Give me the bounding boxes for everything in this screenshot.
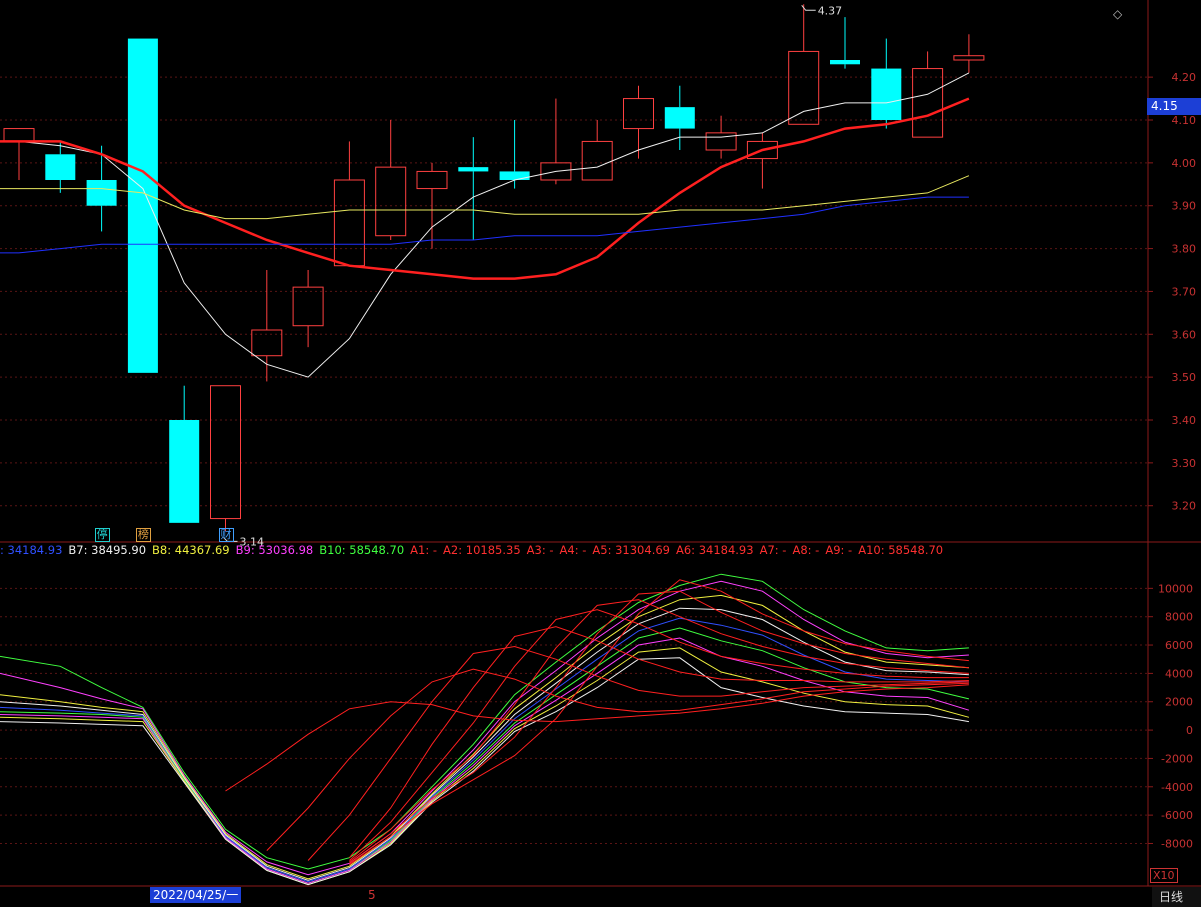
legend-entry: A2: 10185.35 xyxy=(443,543,521,557)
chart-canvas: 4.20 4.10 4.00 3.90 3.80 3.70 3.60 3.50 3.40 3.30… xyxy=(0,0,1201,907)
price-tick-label: 3.20 xyxy=(1172,500,1197,513)
legend-entry: : 34184.93 xyxy=(0,543,63,557)
diamond-icon[interactable]: ◇ xyxy=(1113,7,1122,21)
high-price-label: 4.37 xyxy=(818,4,843,17)
legend-entry: A6: 34184.93 xyxy=(675,543,754,557)
legend-entry: A9: - xyxy=(825,543,853,557)
candle-body-down xyxy=(169,420,200,523)
candle-body-down xyxy=(127,38,158,373)
indicator-tick-label: -2000 xyxy=(1161,752,1193,765)
indicator-tick-label: 8000 xyxy=(1165,611,1193,624)
price-tick-label: 3.50 xyxy=(1172,371,1197,384)
legend-entry: B10: 58548.70 xyxy=(319,543,405,557)
event-badge[interactable]: 停 xyxy=(94,528,110,542)
legend-entry: A4: - xyxy=(559,543,587,557)
price-tick-label: 3.30 xyxy=(1172,457,1197,470)
month-marker: 5 xyxy=(368,888,376,902)
indicator-tick-label: 0 xyxy=(1186,724,1193,737)
legend-entry: A3: - xyxy=(526,543,554,557)
price-tick-label: 3.70 xyxy=(1172,285,1197,298)
candle-body-down xyxy=(458,167,489,172)
candle-body-down xyxy=(664,107,695,129)
period-selector[interactable]: 日线 xyxy=(1152,887,1201,907)
candle-body-down xyxy=(830,60,860,65)
indicator-tick-label: 4000 xyxy=(1165,667,1193,680)
legend-entry: A8: - xyxy=(792,543,820,557)
candle-body-down xyxy=(45,154,76,180)
legend-entry: B9: 53036.98 xyxy=(235,543,314,557)
cursor-date-label: 2022/04/25/一 xyxy=(150,887,242,903)
legend-entry: A5: 31304.69 xyxy=(592,543,670,557)
indicator-tick-label: 6000 xyxy=(1165,639,1193,652)
indicator-tick-label: -6000 xyxy=(1161,809,1193,822)
price-tick-label: 3.40 xyxy=(1172,414,1197,427)
price-tick-label: 3.60 xyxy=(1172,328,1197,341)
legend-entry: A7: - xyxy=(759,543,787,557)
price-tick-label: 3.90 xyxy=(1172,200,1197,213)
legend-entry: B7: 38495.90 xyxy=(68,543,147,557)
legend-entry: A1: - xyxy=(410,543,438,557)
indicator-tick-label: -8000 xyxy=(1161,837,1193,850)
legend-entry: B8: 44367.69 xyxy=(152,543,230,557)
candle-body-down xyxy=(86,180,117,206)
candle-body-down xyxy=(871,68,902,120)
indicator-tick-label: -4000 xyxy=(1161,781,1193,794)
legend-entry: A10: 58548.70 xyxy=(858,543,944,557)
indicator-tick-label: 2000 xyxy=(1165,696,1193,709)
price-tick-label: 4.10 xyxy=(1172,114,1197,127)
indicator-tick-label: 10000 xyxy=(1158,582,1193,595)
indicator-legend: : 34184.93 B7: 38495.90 B8: 44367.69 B9: 53… xyxy=(0,543,949,559)
price-tick-label: 3.80 xyxy=(1172,243,1197,256)
current-price-tag: 4.15 xyxy=(1147,98,1201,115)
event-badge[interactable]: 榜 xyxy=(135,528,151,542)
multiplier-label: X10 xyxy=(1150,868,1178,883)
price-tick-label: 4.20 xyxy=(1172,71,1197,84)
price-tick-label: 4.00 xyxy=(1172,157,1197,170)
event-badge[interactable]: 财 xyxy=(218,528,234,542)
candle-body-down xyxy=(499,171,530,180)
